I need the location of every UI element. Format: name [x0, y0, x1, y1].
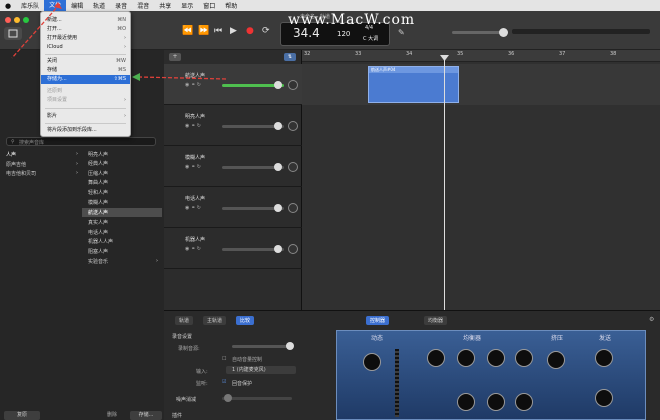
annotation-arrows: [11, 2, 227, 81]
arrow-head-icon: [132, 73, 140, 81]
arrow-to-file-menu: [11, 3, 61, 59]
arrow-to-save-as: [139, 76, 227, 80]
arrow-head-icon: [54, 2, 62, 9]
